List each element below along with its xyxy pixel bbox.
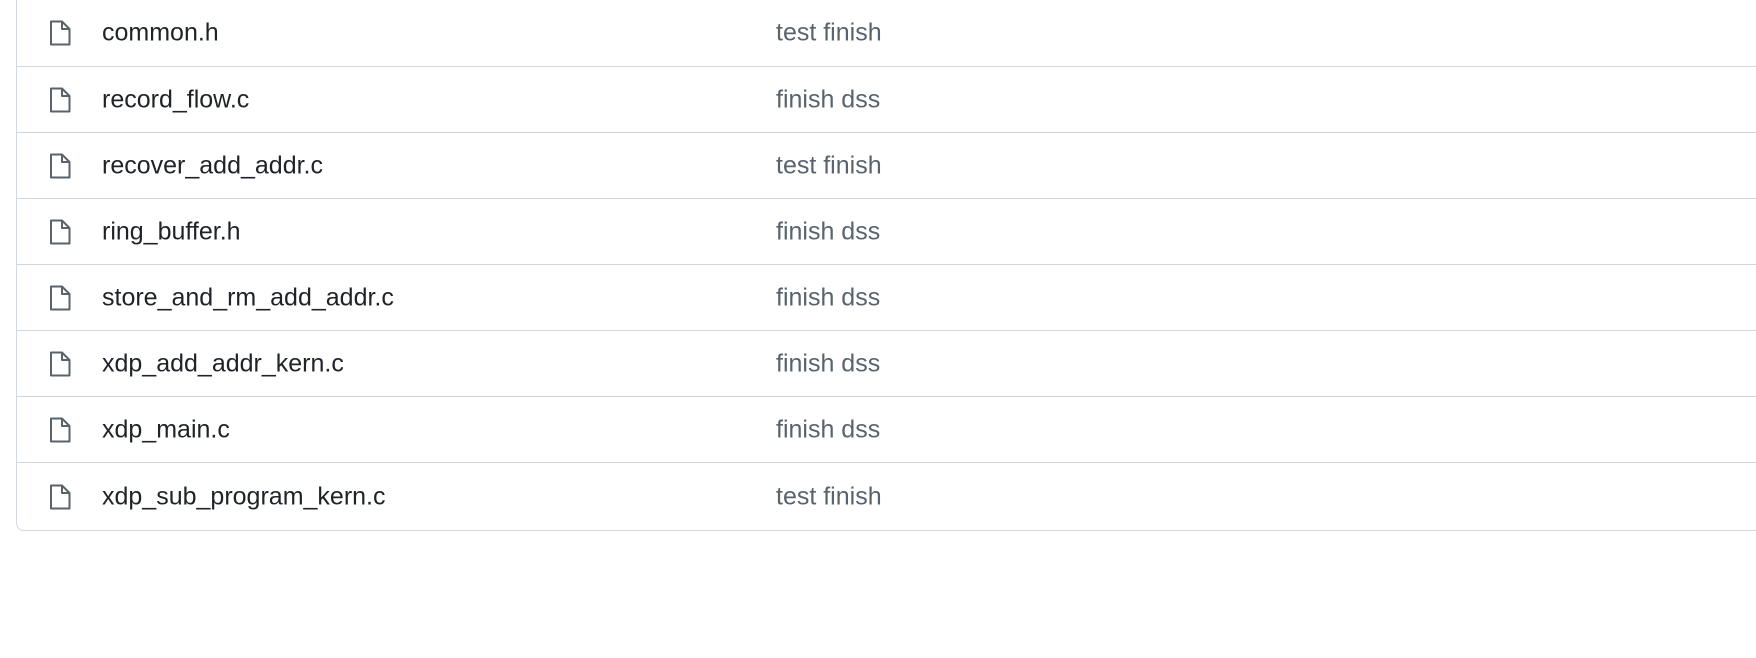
file-icon [48,350,72,378]
table-row[interactable]: recover_add_addr.c test finish [17,132,1756,198]
table-row[interactable]: xdp_add_addr_kern.c finish dss [17,330,1756,396]
commit-message-link[interactable]: test finish [776,482,882,511]
file-name-link[interactable]: xdp_sub_program_kern.c [102,482,386,511]
table-row[interactable]: xdp_main.c finish dss [17,396,1756,462]
commit-message-link[interactable]: test finish [776,151,882,180]
table-row[interactable]: ring_buffer.h finish dss [17,198,1756,264]
file-icon [48,483,72,511]
file-name-link[interactable]: xdp_add_addr_kern.c [102,349,344,378]
file-name-link[interactable]: common.h [102,19,219,48]
table-row[interactable]: common.h test finish [17,0,1756,66]
commit-message-link[interactable]: finish dss [776,217,880,246]
commit-message-link[interactable]: finish dss [776,283,880,312]
commit-message-link[interactable]: finish dss [776,349,880,378]
table-row[interactable]: xdp_sub_program_kern.c test finish [17,462,1756,530]
table-row[interactable]: record_flow.c finish dss [17,66,1756,132]
commit-message-link[interactable]: test finish [776,19,882,48]
file-icon [48,19,72,47]
file-name-link[interactable]: store_and_rm_add_addr.c [102,283,394,312]
file-name-link[interactable]: ring_buffer.h [102,217,241,246]
file-icon [48,416,72,444]
file-icon [48,218,72,246]
commit-message-link[interactable]: finish dss [776,415,880,444]
commit-message-link[interactable]: finish dss [776,85,880,114]
file-icon [48,284,72,312]
file-name-link[interactable]: recover_add_addr.c [102,151,323,180]
table-row[interactable]: store_and_rm_add_addr.c finish dss [17,264,1756,330]
file-icon [48,152,72,180]
file-name-link[interactable]: record_flow.c [102,85,249,114]
file-name-link[interactable]: xdp_main.c [102,415,230,444]
file-icon [48,86,72,114]
file-table: common.h test finish record_flow.c finis… [16,0,1756,531]
